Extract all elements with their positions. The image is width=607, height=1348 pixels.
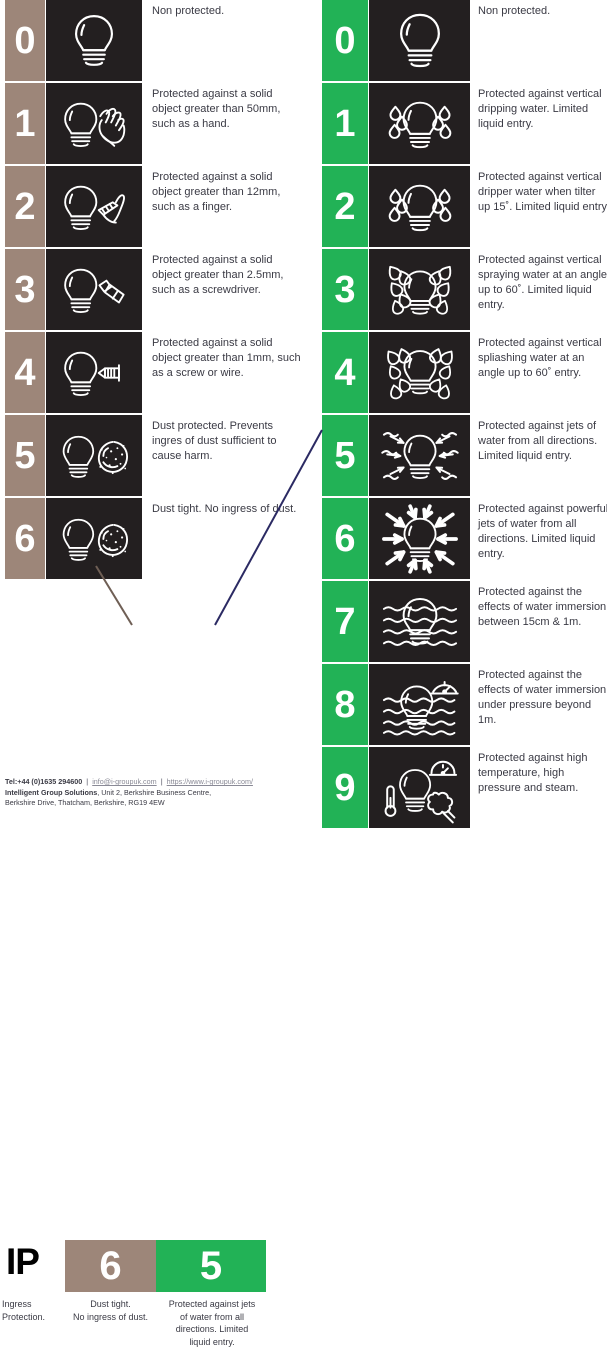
bulb-jets-icon: [380, 431, 459, 480]
rating-icon-tile: [369, 249, 470, 330]
rating-icon-tile: [369, 498, 470, 579]
rating-description: Dust tight. No ingress of dust.: [152, 503, 297, 515]
rating-icon-tile: [46, 83, 142, 164]
rating-icon-tile: [46, 415, 142, 496]
rating-digit-6: 6: [322, 498, 368, 579]
ip-dust-caption: Dust tight. No ingress of dust.: [72, 1299, 149, 1322]
rating-description: Protected against a solid object greater…: [152, 88, 281, 130]
rating-digit-2: 2: [322, 166, 368, 247]
rating-description: Protected against vertical dripping wate…: [478, 88, 602, 130]
rating-description: Protected against a solid object greater…: [152, 254, 284, 296]
rating-icon-tile: [46, 498, 142, 579]
rating-description: Protected against the effects of water i…: [478, 669, 607, 726]
rating-icon-tile: [46, 166, 142, 247]
bulb-drips-tilt-icon: [388, 184, 451, 231]
bulb-drips-icon: [388, 101, 451, 148]
bulb-splash-icon: [386, 347, 453, 399]
rating-icon-tile: [369, 581, 470, 662]
rating-digit-4: 4: [322, 332, 368, 413]
rating-icon-tile: [46, 332, 142, 413]
footer-address-line-1: , Unit 2, Berkshire Business Centre,: [97, 787, 212, 797]
rating-description: Protected against a solid object greater…: [152, 337, 301, 379]
rating-digit-6: 6: [5, 498, 45, 579]
rating-digit-5: 5: [5, 415, 45, 496]
rating-icon-tile: [46, 249, 142, 330]
rating-description: Protected against the effects of water i…: [478, 586, 607, 628]
rating-icon-tile: [369, 664, 470, 745]
rating-description: Dust protected. Prevents ingres of dust …: [152, 420, 277, 462]
ip-rating-summary: IP 6 5 Ingress Protection. Dust tight. N…: [0, 615, 310, 1347]
bulb-finger-icon: [64, 185, 125, 230]
footer-line-company: Intelligent Group Solutions, Unit 2, Ber…: [5, 788, 305, 799]
bulb-icon: [74, 14, 114, 66]
bulb-immersion-icon: [382, 597, 457, 646]
rating-digit-0: 0: [322, 0, 368, 81]
ip-prefix-caption: Ingress Protection.: [2, 1299, 46, 1322]
rating-description: Protected against jets of water from all…: [478, 420, 598, 462]
rating-digit-0: 0: [5, 0, 45, 81]
rating-digit-3: 3: [5, 249, 45, 330]
ip-water-caption: Protected against jets of water from all…: [168, 1299, 256, 1347]
rating-icon-tile: [369, 166, 470, 247]
rating-description: Protected against vertical spraying wate…: [478, 254, 607, 311]
rating-description: Protected against vertical dripper water…: [478, 171, 607, 213]
rating-icon-tile: [369, 0, 470, 81]
footer-contact: Tel:+44 (0)1635 294600 | info@i-groupuk.…: [5, 777, 305, 809]
rating-description: Protected against powerful jets of water…: [478, 503, 607, 560]
rating-digit-9: 9: [322, 747, 368, 828]
ip-water-digit-box: 5: [156, 1240, 266, 1292]
footer-website-link[interactable]: https://www.i-groupuk.com/: [167, 777, 253, 786]
rating-icon-tile: [369, 83, 470, 164]
bulb-dust-icon: [62, 518, 128, 561]
rating-description: Protected against high temperature, high…: [478, 752, 588, 794]
rating-icon-tile: [369, 332, 470, 413]
bulb-spray-icon: [388, 265, 451, 315]
rating-digit-4: 4: [5, 332, 45, 413]
rating-digit-5: 5: [322, 415, 368, 496]
footer-email-link[interactable]: info@i-groupuk.com: [92, 777, 156, 786]
rating-digit-1: 1: [5, 83, 45, 164]
rating-digit-8: 8: [322, 664, 368, 745]
bulb-screwdriver-icon: [64, 268, 125, 313]
ip-prefix-label: IP: [6, 1241, 40, 1282]
footer-line-contact: Tel:+44 (0)1635 294600 | info@i-groupuk.…: [5, 777, 305, 788]
rating-digit-3: 3: [322, 249, 368, 330]
rating-description: Protected against a solid object greater…: [152, 171, 281, 213]
bulb-dust-icon: [62, 435, 128, 478]
ip-dust-digit-box: 6: [65, 1240, 156, 1292]
footer-telephone: Tel:+44 (0)1635 294600: [5, 777, 83, 786]
rating-description: Non protected.: [478, 5, 551, 17]
rating-icon-tile: [369, 747, 470, 828]
rating-icon-tile: [46, 0, 142, 81]
rating-description: Non protected.: [152, 5, 225, 17]
bulb-icon: [399, 13, 440, 67]
footer-address-line-2: Berkshire Drive, Thatcham, Berkshire, RG…: [5, 798, 165, 807]
bulb-screw-icon: [64, 351, 120, 396]
rating-icon-tile: [369, 415, 470, 496]
bulb-deep-immersion-icon: [382, 680, 459, 735]
bulb-hand-icon: [64, 102, 126, 147]
rating-digit-7: 7: [322, 581, 368, 662]
rating-description: Protected against vertical spliashing wa…: [478, 337, 602, 379]
bulb-steam-icon: [384, 760, 457, 823]
rating-digit-2: 2: [5, 166, 45, 247]
rating-digit-1: 1: [322, 83, 368, 164]
bulb-powerful-jets-icon: [381, 503, 458, 574]
footer-company-name: Intelligent Group Solutions: [5, 787, 98, 797]
